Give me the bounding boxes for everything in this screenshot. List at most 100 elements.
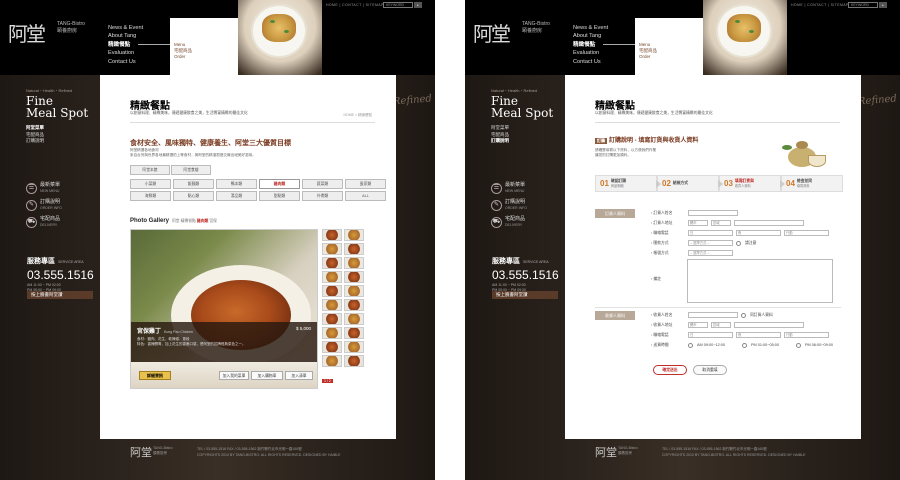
link-delivery[interactable]: ⛟ 宅配商品 DELIVERY: [491, 216, 563, 228]
details-button[interactable]: 詳細資訊: [139, 371, 171, 380]
search-button[interactable]: ▸: [879, 2, 887, 8]
radio-evening[interactable]: [796, 342, 801, 348]
payment-select[interactable]: -- 選擇方式 --: [688, 240, 733, 246]
radio-morning[interactable]: [688, 342, 693, 348]
category-chip[interactable]: 鴨本類: [216, 179, 257, 189]
subnav-order[interactable]: Order: [174, 54, 192, 60]
add-to-cart-button[interactable]: 加入購物車: [251, 371, 283, 380]
night-phone-input[interactable]: 夜: [736, 332, 781, 338]
thumbnail[interactable]: [322, 257, 342, 269]
receiver-address-input[interactable]: [734, 322, 804, 328]
thumbnail[interactable]: [344, 229, 364, 241]
herb-garnish: [735, 20, 740, 23]
sidebar-item-order[interactable]: 訂購說明: [26, 138, 98, 145]
nav-news[interactable]: News & Event: [573, 24, 608, 32]
account-select[interactable]: -- 選擇方式 --: [688, 250, 733, 256]
utility-links[interactable]: HOME | CONTACT | SITEMAP: [791, 3, 849, 7]
facebook-like-button[interactable]: 按上臉書阿堂讚: [492, 291, 558, 299]
search-input[interactable]: KEYWORD: [383, 2, 413, 8]
nav-evaluation[interactable]: Evaluation: [108, 49, 143, 57]
thumbnail[interactable]: [344, 341, 364, 353]
thumbnail[interactable]: [322, 327, 342, 339]
category-chip-selected[interactable]: 豬肉類: [259, 179, 300, 189]
tab-food-branch[interactable]: 阿堂食樓: [171, 165, 211, 175]
thumbnail[interactable]: [322, 341, 342, 353]
thumbnail[interactable]: [344, 313, 364, 325]
cancel-button[interactable]: 取消重填: [693, 365, 727, 375]
notes-textarea[interactable]: [687, 259, 833, 303]
logo[interactable]: 阿堂: [473, 18, 511, 47]
mobile-phone-input[interactable]: 行動: [784, 230, 829, 236]
thumbnail[interactable]: [344, 355, 364, 367]
thumbnail[interactable]: [344, 257, 364, 269]
sidebar-item-order[interactable]: 訂購說明: [491, 138, 563, 145]
link-order-info[interactable]: ✎ 訂購說明 ORDER INFO: [26, 199, 98, 211]
county-select[interactable]: 縣市: [688, 322, 708, 328]
link-new-menu[interactable]: ☰ 最新菜單 NEW MENU: [491, 182, 563, 194]
night-phone-input[interactable]: 夜: [736, 230, 781, 236]
thumbnail[interactable]: [322, 243, 342, 255]
thumbnail[interactable]: [322, 271, 342, 283]
thumbnail-pager[interactable]: 1 / 2: [322, 379, 333, 383]
nav-contact[interactable]: Contact Us: [108, 58, 143, 66]
nav-evaluation[interactable]: Evaluation: [573, 49, 608, 57]
thumbnail[interactable]: [322, 313, 342, 325]
field-row: 帳號方式-- 選擇方式 --: [651, 249, 733, 257]
subnav-order[interactable]: Order: [639, 54, 657, 60]
add-to-list-button[interactable]: 加入清單: [285, 371, 313, 380]
logo[interactable]: 阿堂: [8, 18, 46, 47]
checkbox[interactable]: [736, 240, 741, 246]
thumbnail[interactable]: [344, 299, 364, 311]
thumbnail[interactable]: [344, 271, 364, 283]
category-chip[interactable]: 甜點類: [259, 191, 300, 201]
thumbnail[interactable]: [344, 327, 364, 339]
orderer-address-input[interactable]: [734, 220, 804, 226]
thumbnail[interactable]: [322, 229, 342, 241]
thumbnail[interactable]: [322, 285, 342, 297]
nav-news[interactable]: News & Event: [108, 24, 143, 32]
link-delivery[interactable]: ⛟ 宅配商品 DELIVERY: [26, 216, 98, 228]
orderer-name-input[interactable]: [688, 210, 738, 216]
tab-main-branch[interactable]: 阿堂本館: [130, 165, 170, 175]
category-chip[interactable]: 蛋家類: [345, 179, 386, 189]
field-row: 備註: [651, 275, 685, 283]
category-chip[interactable]: 海鮮類: [130, 191, 171, 201]
day-phone-input[interactable]: 日: [688, 230, 733, 236]
thumbnail[interactable]: [344, 285, 364, 297]
featured-dish-photo[interactable]: 宮保雞丁 Kung Pao Chicken $ 5,000 食材：雞肉、花生、乾辣…: [130, 229, 318, 389]
nav-menu[interactable]: 精緻餐點: [108, 41, 143, 49]
radio-afternoon[interactable]: [742, 342, 747, 348]
same-as-orderer-checkbox[interactable]: [741, 312, 746, 318]
nav-contact[interactable]: Contact Us: [573, 58, 608, 66]
category-chip[interactable]: 小菜類: [130, 179, 171, 189]
facebook-like-button[interactable]: 按上臉書阿堂讚: [27, 291, 93, 299]
category-chip[interactable]: 蔬菜類: [302, 179, 343, 189]
category-chip[interactable]: 飯麵類: [173, 179, 214, 189]
nav-about[interactable]: About Tang: [108, 32, 143, 40]
thumbnail[interactable]: [344, 243, 364, 255]
breadcrumb[interactable]: HOME > 精緻餐點: [344, 113, 373, 118]
link-order-info[interactable]: ✎ 訂購說明 ORDER INFO: [491, 199, 563, 211]
nav-about[interactable]: About Tang: [573, 32, 608, 40]
link-new-menu[interactable]: ☰ 最新菜單 NEW MENU: [26, 182, 98, 194]
search-button[interactable]: ▸: [414, 2, 422, 8]
category-chip[interactable]: 湯品類: [216, 191, 257, 201]
category-chip[interactable]: 點心類: [173, 191, 214, 201]
thumbnail[interactable]: [322, 355, 342, 367]
thumbnail[interactable]: [322, 299, 342, 311]
utility-links[interactable]: HOME | CONTACT | SITEMAP: [326, 3, 384, 7]
day-phone-input[interactable]: 日: [688, 332, 733, 338]
leaf: [782, 145, 792, 150]
district-select[interactable]: 區域: [711, 220, 731, 226]
category-chip[interactable]: ALL: [345, 191, 386, 201]
category-chip[interactable]: 外帶類: [302, 191, 343, 201]
county-select[interactable]: 縣市: [688, 220, 708, 226]
add-to-menu-button[interactable]: 加入我的菜單: [219, 371, 249, 380]
district-select[interactable]: 區域: [711, 322, 731, 328]
nav-menu[interactable]: 精緻餐點: [573, 41, 608, 49]
receiver-name-input[interactable]: [688, 312, 738, 318]
search-input[interactable]: KEYWORD: [848, 2, 878, 8]
confirm-button[interactable]: 確定送出: [653, 365, 687, 375]
order-headline: 訂購 訂購說明 - 填寫訂貨與收貨人資料: [595, 138, 699, 144]
mobile-phone-input[interactable]: 行動: [784, 332, 829, 338]
